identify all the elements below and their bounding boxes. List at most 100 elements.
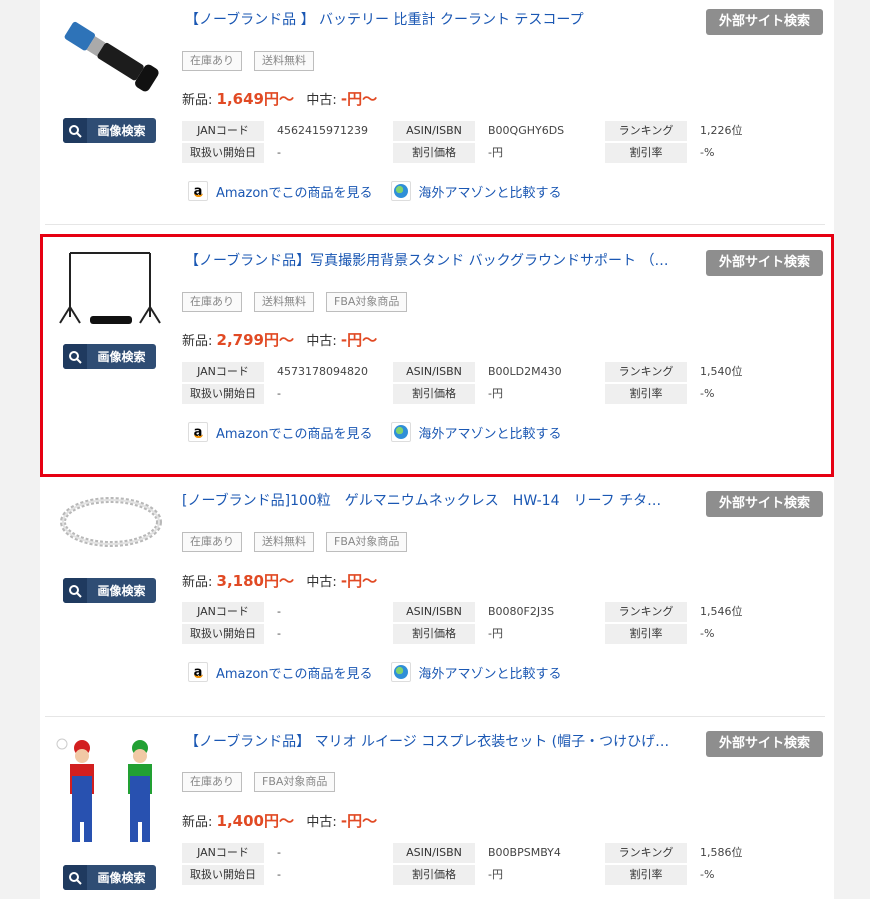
ranking-value: 1,540位 <box>700 365 743 378</box>
external-search-button[interactable]: 外部サイト検索 <box>706 250 823 276</box>
price-line: 新品: 1,400円〜 中古: -円〜 <box>182 812 378 830</box>
jan-label: JANコード <box>182 121 264 141</box>
asin-value: B00LD2M430 <box>488 365 562 378</box>
ranking-label: ランキング <box>605 362 687 382</box>
discount-rate-label: 割引率 <box>605 384 687 404</box>
magnifier-icon <box>63 344 87 369</box>
discount-rate-label: 割引率 <box>605 624 687 644</box>
magnifier-icon <box>63 118 87 143</box>
image-search-label: 画像検索 <box>97 871 146 885</box>
ranking-value: 1,586位 <box>700 846 743 859</box>
asin-label: ASIN/ISBN <box>393 121 475 141</box>
image-search-button[interactable]: 画像検索 <box>63 344 156 369</box>
discount-rate-value: -% <box>700 387 715 400</box>
asin-label: ASIN/ISBN <box>393 602 475 622</box>
background-stand-image <box>59 252 161 324</box>
product-title[interactable]: 【ノーブランド品】 マリオ ルイージ コスプレ衣装セット (帽子・つけひげ付) … <box>185 731 670 751</box>
price-line: 新品: 2,799円〜 中古: -円〜 <box>182 331 378 349</box>
asin-label: ASIN/ISBN <box>393 362 475 382</box>
amazon-link[interactable]: a Amazonでこの商品を見る <box>188 181 373 201</box>
tag-badge: 送料無料 <box>254 292 314 312</box>
tag-badge: 在庫あり <box>182 532 242 552</box>
tag-badge: FBA対象商品 <box>254 772 336 792</box>
used-price: -円〜 <box>340 331 378 349</box>
tag-list: 在庫あり FBA対象商品 <box>182 772 336 792</box>
refractometer-image <box>64 21 159 92</box>
jan-label: JANコード <box>182 362 264 382</box>
external-search-button[interactable]: 外部サイト検索 <box>706 9 823 35</box>
discount-rate-label: 割引率 <box>605 865 687 885</box>
amazon-icon: a <box>188 181 208 201</box>
image-search-button[interactable]: 画像検索 <box>63 865 156 890</box>
spec-grid: JANコード - 取扱い開始日 - ASIN/ISBN B00BPSMBY4 割… <box>182 843 802 885</box>
tag-badge: FBA対象商品 <box>326 292 408 312</box>
overseas-compare-link[interactable]: 海外アマゾンと比較する <box>390 662 562 682</box>
start-label: 取扱い開始日 <box>182 624 264 644</box>
image-search-button[interactable]: 画像検索 <box>63 118 156 143</box>
start-value: - <box>277 868 281 881</box>
discount-price-label: 割引価格 <box>393 624 475 644</box>
discount-price-value: -円 <box>488 387 503 400</box>
discount-price-value: -円 <box>488 627 503 640</box>
used-price: -円〜 <box>340 812 378 830</box>
discount-price-value: -円 <box>488 146 503 159</box>
product-title[interactable]: 【ノーブランド品 】 バッテリー 比重計 クーラント テスコープ <box>185 9 645 29</box>
external-search-button[interactable]: 外部サイト検索 <box>706 731 823 757</box>
jan-value: 4562415971239 <box>277 124 368 137</box>
jan-label: JANコード <box>182 602 264 622</box>
discount-rate-value: -% <box>700 627 715 640</box>
discount-price-label: 割引価格 <box>393 384 475 404</box>
price-line: 新品: 1,649円〜 中古: -円〜 <box>182 90 378 108</box>
overseas-compare-link[interactable]: 海外アマゾンと比較する <box>390 181 562 201</box>
amazon-link[interactable]: a Amazonでこの商品を見る <box>188 662 373 682</box>
link-row: a Amazonでこの商品を見る 海外アマゾンと比較する <box>188 181 562 201</box>
new-price: 2,799円〜 <box>216 331 294 349</box>
new-price: 1,400円〜 <box>216 812 294 830</box>
asin-value: B0080F2J3S <box>488 605 555 618</box>
jan-value: 4573178094820 <box>277 365 368 378</box>
amazon-link[interactable]: a Amazonでこの商品を見る <box>188 422 373 442</box>
start-value: - <box>277 627 281 640</box>
image-search-label: 画像検索 <box>97 350 146 364</box>
asin-value: B00QGHY6DS <box>488 124 565 137</box>
external-search-button[interactable]: 外部サイト検索 <box>706 491 823 517</box>
product-title[interactable]: [ノーブランド品]100粒 ゲルマニウムネックレス HW-14 リーフ チタン製 <box>182 490 667 510</box>
image-search-label: 画像検索 <box>97 124 146 138</box>
tag-badge: 在庫あり <box>182 51 242 71</box>
asin-value: B00BPSMBY4 <box>488 846 561 859</box>
product-title[interactable]: 【ノーブランド品】写真撮影用背景スタンド バックグラウンドサポート （高さ75c… <box>185 250 670 270</box>
globe-icon <box>390 181 411 201</box>
start-value: - <box>277 146 281 159</box>
tag-badge: 在庫あり <box>182 772 242 792</box>
tag-list: 在庫あり 送料無料 FBA対象商品 <box>182 532 408 552</box>
magnifier-icon <box>63 578 87 603</box>
link-row: a Amazonでこの商品を見る 海外アマゾンと比較する <box>188 422 562 442</box>
discount-price-label: 割引価格 <box>393 865 475 885</box>
ranking-label: ランキング <box>605 602 687 622</box>
overseas-compare-link[interactable]: 海外アマゾンと比較する <box>390 422 562 442</box>
costume-image <box>56 738 152 842</box>
used-price: -円〜 <box>340 90 378 108</box>
tag-badge: 在庫あり <box>182 292 242 312</box>
discount-rate-value: -% <box>700 868 715 881</box>
spec-grid: JANコード 4562415971239 取扱い開始日 - ASIN/ISBN … <box>182 121 802 163</box>
tag-badge: FBA対象商品 <box>326 532 408 552</box>
magnifier-icon <box>63 865 87 890</box>
tag-list: 在庫あり 送料無料 <box>182 51 314 71</box>
new-price: 1,649円〜 <box>216 90 294 108</box>
globe-icon <box>390 422 411 442</box>
jan-value: - <box>277 846 281 859</box>
link-row: a Amazonでこの商品を見る 海外アマゾンと比較する <box>188 662 562 682</box>
price-line: 新品: 3,180円〜 中古: -円〜 <box>182 572 378 590</box>
discount-price-label: 割引価格 <box>393 143 475 163</box>
ranking-value: 1,546位 <box>700 605 743 618</box>
jan-value: - <box>277 605 281 618</box>
tag-list: 在庫あり 送料無料 FBA対象商品 <box>182 292 408 312</box>
discount-rate-label: 割引率 <box>605 143 687 163</box>
tag-badge: 送料無料 <box>254 51 314 71</box>
amazon-icon: a <box>188 422 208 442</box>
ranking-label: ランキング <box>605 843 687 863</box>
discount-rate-value: -% <box>700 146 715 159</box>
image-search-button[interactable]: 画像検索 <box>63 578 156 603</box>
asin-label: ASIN/ISBN <box>393 843 475 863</box>
